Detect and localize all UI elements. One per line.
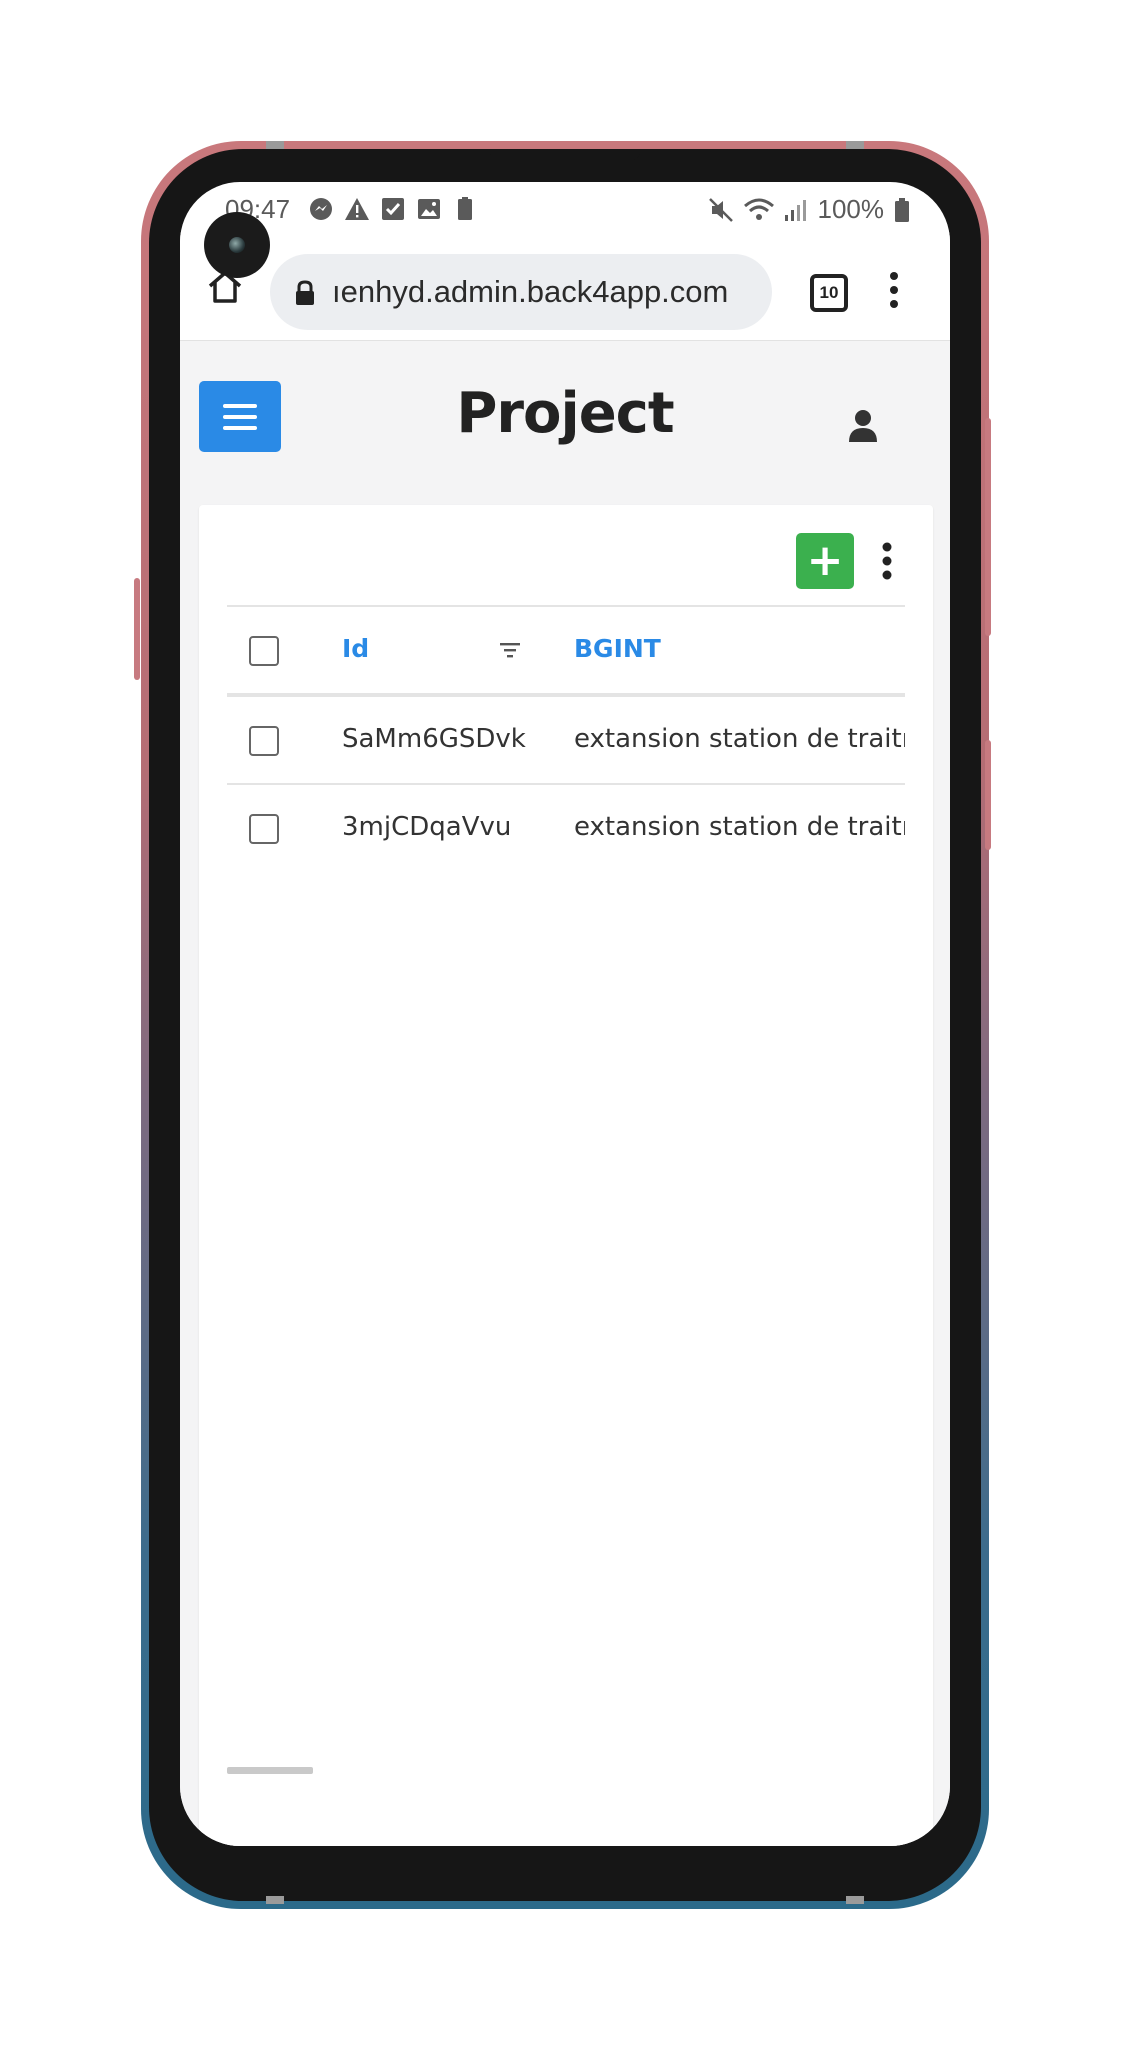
menu-icon-line [223, 414, 257, 419]
menu-icon-line [223, 403, 257, 408]
user-icon[interactable] [848, 409, 878, 443]
cell-id[interactable]: SaMm6GSDvk [342, 724, 526, 754]
row-checkbox[interactable] [249, 814, 279, 844]
cell-bgint[interactable]: extansion station de traitm [574, 812, 905, 842]
phone-notch [490, 150, 640, 160]
browser-menu-icon[interactable] [886, 270, 902, 310]
front-camera [204, 212, 270, 278]
check-icon [382, 198, 404, 220]
address-bar[interactable]: ıenhyd.admin.back4app.com [270, 254, 772, 330]
antenna-line [266, 1896, 284, 1904]
menu-button[interactable] [199, 381, 281, 452]
antenna-line [846, 141, 864, 149]
tab-switcher-button[interactable]: 10 [810, 274, 848, 312]
volume-button [134, 578, 140, 680]
lock-icon [296, 280, 314, 305]
browser-toolbar: ıenhyd.admin.back4app.com 10 [180, 232, 950, 341]
phone-screen: 09:47 100% ıenhyd.admin.back4app.com 10 [180, 182, 950, 1846]
table-header-row: Id BGINT [227, 605, 905, 695]
notification-icons [308, 196, 478, 222]
messenger-icon [310, 198, 332, 220]
url-text[interactable]: ıenhyd.admin.back4app.com [332, 274, 728, 310]
table-row[interactable]: SaMm6GSDvk extansion station de traitm [227, 695, 905, 783]
row-checkbox[interactable] [249, 726, 279, 756]
warning-icon [345, 198, 369, 220]
antenna-line [846, 1896, 864, 1904]
battery-icon [895, 197, 909, 222]
status-bar: 09:47 100% [180, 182, 950, 232]
column-header-id[interactable]: Id [342, 634, 369, 663]
battery-100-icon [458, 197, 472, 220]
signal-icon [784, 199, 806, 221]
page-title: Project [456, 381, 674, 446]
menu-icon-line [223, 425, 257, 430]
app-content: Project + Id BGINT SaMm6GSDvk extansion … [180, 341, 950, 1846]
cell-bgint[interactable]: extansion station de traitm [574, 724, 905, 754]
system-status: 100% [708, 194, 911, 225]
table-menu-icon[interactable] [881, 541, 893, 581]
column-header-bgint[interactable]: BGINT [574, 634, 661, 663]
wifi-icon [743, 198, 774, 220]
battery-percent: 100% [817, 194, 885, 224]
add-record-button[interactable]: + [796, 533, 854, 589]
antenna-line [266, 141, 284, 149]
filter-icon[interactable] [499, 641, 521, 659]
mute-icon [708, 197, 733, 222]
horizontal-scrollbar[interactable] [227, 1767, 313, 1774]
side-button [985, 740, 991, 850]
data-table-card: + Id BGINT SaMm6GSDvk extansion station … [199, 505, 933, 1846]
data-table: Id BGINT SaMm6GSDvk extansion station de… [227, 605, 905, 871]
table-row[interactable]: 3mjCDqaVvu extansion station de traitm [227, 783, 905, 871]
power-button [985, 418, 991, 636]
select-all-checkbox[interactable] [249, 636, 279, 666]
image-icon [418, 199, 440, 219]
cell-id[interactable]: 3mjCDqaVvu [342, 812, 511, 842]
